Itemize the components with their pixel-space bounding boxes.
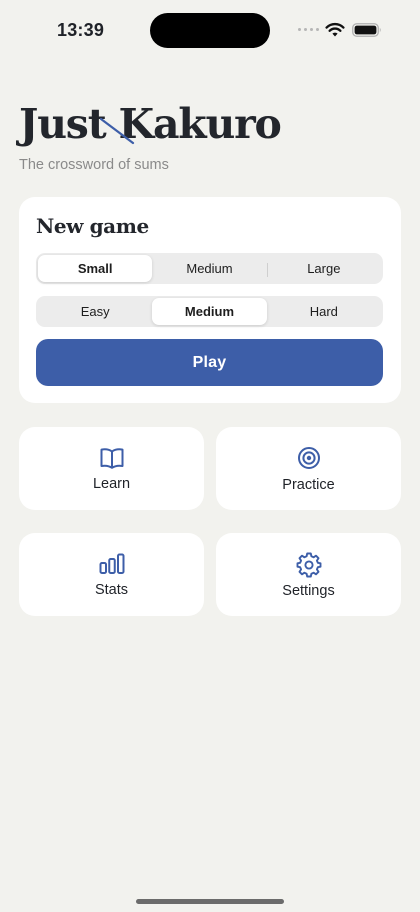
learn-label: Learn [92,476,131,492]
settings-label: Settings [282,583,335,599]
practice-tile[interactable]: Practice [216,427,401,510]
size-option-small[interactable]: Small [38,255,153,282]
difficulty-option-medium[interactable]: Medium [152,298,267,325]
settings-tile[interactable]: Settings [216,533,401,616]
cellular-signal-icon [298,28,319,31]
app-title: Just Kakuro [19,100,282,148]
book-icon [100,448,123,469]
difficulty-segmented-control: Easy Medium Hard [36,296,383,327]
size-segmented-control: Small Medium Large [36,253,383,284]
new-game-card: New game Small Medium Large Easy Medium … [19,197,401,403]
practice-label: Practice [282,477,335,493]
difficulty-option-hard[interactable]: Hard [267,298,381,325]
app-subtitle: The crossword of sums [19,157,169,173]
size-option-large[interactable]: Large [266,255,381,282]
stats-tile[interactable]: Stats [19,533,204,616]
status-bar: 13:39 [0,0,420,60]
gear-icon [296,552,321,578]
title-slash-mark [99,117,135,145]
play-button[interactable]: Play [36,339,383,386]
home-indicator[interactable] [136,899,284,904]
stats-label: Stats [94,582,129,598]
wifi-icon [325,23,345,37]
battery-icon [352,23,381,37]
difficulty-option-easy[interactable]: Easy [38,298,152,325]
learn-tile[interactable]: Learn [19,427,204,510]
size-option-medium[interactable]: Medium [152,255,266,282]
bar-chart-icon [99,553,124,574]
target-icon [297,447,320,469]
dynamic-island [150,13,270,48]
app-logo: Just Kakuro [19,100,399,160]
app-screen: 13:39 Just Kakuro The crossword of sums … [0,0,420,912]
status-time: 13:39 [57,20,105,40]
new-game-title: New game [36,214,149,238]
